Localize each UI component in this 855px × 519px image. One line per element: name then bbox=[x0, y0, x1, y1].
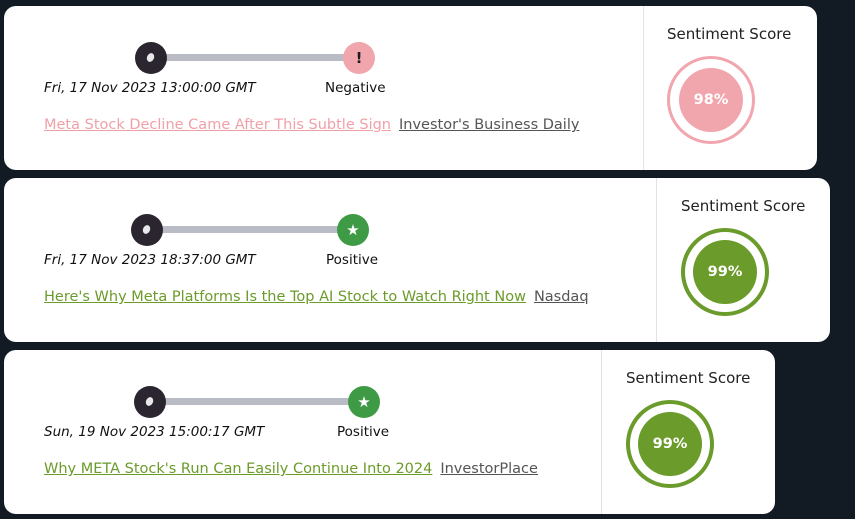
sentiment-score-ring: 98% bbox=[667, 56, 755, 144]
timeline-start-icon bbox=[134, 386, 166, 418]
article-headline-row: Here's Why Meta Platforms Is the Top AI … bbox=[44, 289, 589, 305]
timeline-track bbox=[151, 54, 359, 61]
sentiment-score-value: 99% bbox=[693, 240, 757, 304]
news-card: ★ Fri, 17 Nov 2023 18:37:00 GMT Positive… bbox=[4, 178, 830, 342]
star-icon: ★ bbox=[348, 386, 380, 418]
sentiment-label: Positive bbox=[337, 424, 390, 440]
timeline-start-icon bbox=[135, 42, 167, 74]
sentiment-label: Positive bbox=[326, 252, 379, 268]
sentiment-score-title: Sentiment Score bbox=[626, 369, 751, 387]
article-date: Fri, 17 Nov 2023 13:00:00 GMT bbox=[44, 80, 256, 96]
article-date: Fri, 17 Nov 2023 18:37:00 GMT bbox=[44, 252, 256, 268]
article-headline-link[interactable]: Meta Stock Decline Came After This Subtl… bbox=[44, 117, 391, 133]
sentiment-score-value: 99% bbox=[638, 412, 702, 476]
article-headline-link[interactable]: Why META Stock's Run Can Easily Continue… bbox=[44, 461, 432, 477]
sentiment-score-title: Sentiment Score bbox=[681, 197, 806, 215]
article-date: Sun, 19 Nov 2023 15:00:17 GMT bbox=[44, 424, 265, 440]
news-card: ★ Sun, 19 Nov 2023 15:00:17 GMT Positive… bbox=[4, 350, 775, 514]
timeline-start-icon bbox=[131, 214, 163, 246]
article-source-link[interactable]: Nasdaq bbox=[534, 289, 589, 305]
card-divider bbox=[601, 350, 602, 514]
card-divider bbox=[656, 178, 657, 342]
sentiment-timeline: ★ bbox=[131, 214, 371, 246]
sentiment-score-value: 98% bbox=[679, 68, 743, 132]
sentiment-score-ring: 99% bbox=[681, 228, 769, 316]
article-source-link[interactable]: Investor's Business Daily bbox=[399, 117, 579, 133]
sentiment-score-title: Sentiment Score bbox=[667, 25, 792, 43]
article-source-link[interactable]: InvestorPlace bbox=[440, 461, 538, 477]
sentiment-score-ring: 99% bbox=[626, 400, 714, 488]
sentiment-timeline: ! bbox=[135, 42, 375, 74]
timeline-track bbox=[150, 398, 368, 405]
timeline-track bbox=[147, 226, 355, 233]
article-headline-link[interactable]: Here's Why Meta Platforms Is the Top AI … bbox=[44, 289, 526, 305]
exclamation-icon: ! bbox=[343, 42, 375, 74]
sentiment-timeline: ★ bbox=[134, 386, 384, 418]
article-headline-row: Meta Stock Decline Came After This Subtl… bbox=[44, 117, 579, 133]
article-headline-row: Why META Stock's Run Can Easily Continue… bbox=[44, 461, 538, 477]
star-icon: ★ bbox=[337, 214, 369, 246]
sentiment-label: Negative bbox=[325, 80, 386, 96]
news-card: ! Fri, 17 Nov 2023 13:00:00 GMT Negative… bbox=[4, 6, 817, 170]
card-divider bbox=[643, 6, 644, 170]
